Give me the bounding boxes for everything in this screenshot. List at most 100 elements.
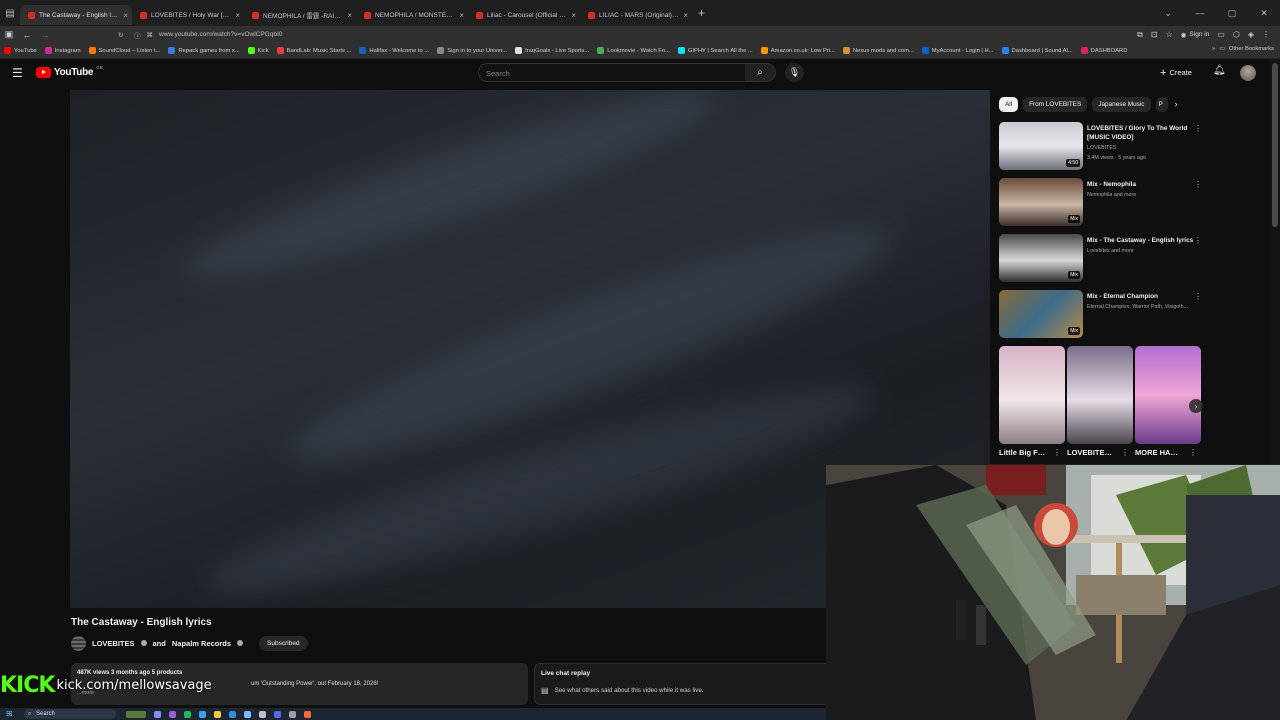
sign-in-button[interactable]: ◉ Sign in bbox=[1181, 31, 1210, 39]
tab-list-chevron-icon[interactable]: ⌄ bbox=[1152, 8, 1184, 19]
more-bookmarks-icon[interactable]: » bbox=[1212, 46, 1215, 52]
more-options-icon[interactable]: ⋮ bbox=[1194, 236, 1202, 245]
chip-all[interactable]: All bbox=[999, 96, 1019, 112]
browser-tab[interactable]: Liliac - Carousel (Official Music × bbox=[468, 5, 580, 25]
back-icon[interactable]: ← bbox=[18, 30, 36, 40]
app-icon[interactable] bbox=[154, 710, 161, 718]
video-thumbnail[interactable]: Mix bbox=[999, 290, 1083, 338]
file-explorer-icon[interactable] bbox=[214, 710, 221, 718]
notifications-icon[interactable]: ▭ bbox=[1217, 30, 1225, 39]
bookmark-item[interactable]: Lookmovie - Watch Fo... bbox=[597, 47, 670, 54]
bookmark-item[interactable]: IraqGoals - Live Sports... bbox=[515, 47, 589, 54]
create-button[interactable]: + Create bbox=[1160, 65, 1192, 80]
recommendation-item[interactable]: Mix Mix - Eternal Champion Eternal Champi… bbox=[999, 290, 1204, 340]
bookmark-item[interactable]: SoundCloud – Listen t... bbox=[88, 47, 160, 54]
channel-name[interactable]: LOVEBITES bbox=[92, 639, 135, 648]
taskbar-search[interactable]: ⌕ Search bbox=[24, 709, 116, 719]
bookmark-item[interactable]: BandLab: Music Starts ... bbox=[276, 47, 351, 54]
bookmark-item[interactable]: GIPHY | Search All the ... bbox=[677, 47, 753, 54]
video-thumbnail[interactable]: Mix bbox=[999, 178, 1083, 226]
chip-japanese-music[interactable]: Japanese Music bbox=[1092, 96, 1151, 112]
bookmark-star-icon[interactable]: ☆ bbox=[1166, 30, 1173, 39]
youtube-logo[interactable]: YouTube GB bbox=[36, 65, 103, 78]
recommendation-item[interactable]: 4:50 LOVEBITES / Glory To The World [MUS… bbox=[999, 122, 1204, 172]
bell-icon[interactable]: 🔔︎ bbox=[1213, 65, 1226, 76]
channel-name-2[interactable]: Napalm Records bbox=[172, 639, 231, 648]
search-input[interactable]: Search bbox=[478, 63, 746, 82]
browser-tab[interactable]: NEMOPHILA / MONSTERS [Offi× bbox=[356, 5, 468, 25]
short-title[interactable]: Little Big Fuyuhara... bbox=[999, 448, 1047, 457]
channel-avatar[interactable] bbox=[71, 635, 86, 651]
sidebar-toggle-icon[interactable]: ▣ bbox=[0, 29, 18, 40]
bookmark-item[interactable]: Kick bbox=[247, 47, 269, 54]
scrollbar-thumb[interactable] bbox=[1272, 63, 1278, 227]
site-info-icon[interactable]: ⓘ bbox=[134, 30, 141, 40]
close-tab-icon[interactable]: × bbox=[683, 11, 688, 20]
short-title[interactable]: LOVEBITES / Soldiers... bbox=[1067, 448, 1115, 457]
recommendation-item[interactable]: Mix Mix - The Castaway - English lyrics L… bbox=[999, 234, 1204, 284]
chip-truncated[interactable]: P bbox=[1155, 96, 1168, 112]
close-tab-icon[interactable]: × bbox=[347, 11, 352, 20]
video-thumbnail[interactable]: Mix bbox=[999, 234, 1083, 282]
app-icon[interactable] bbox=[259, 710, 266, 718]
close-tab-icon[interactable]: × bbox=[571, 11, 576, 20]
recommendation-item[interactable]: Mix Mix - Nemophila Nemophila and more ⋮ bbox=[999, 178, 1204, 228]
rec-title[interactable]: Mix - The Castaway - English lyrics bbox=[1087, 236, 1197, 245]
browser-icon[interactable] bbox=[304, 710, 311, 718]
bookmark-item[interactable]: Dashboard | Sound Al... bbox=[1001, 47, 1073, 54]
browser-tab[interactable]: LILIAC - MARS (Original) [Live a× bbox=[580, 5, 692, 25]
widgets-icon[interactable] bbox=[126, 710, 146, 718]
more-options-icon[interactable]: ⋮ bbox=[1194, 124, 1202, 133]
discord-icon[interactable] bbox=[274, 710, 281, 718]
chip-from-lovebites[interactable]: From LOVEBITES bbox=[1023, 96, 1088, 112]
tab-menu-icon[interactable]: ▤ bbox=[0, 0, 20, 26]
maximize-icon[interactable]: ▢ bbox=[1216, 8, 1248, 19]
browser-tab[interactable]: NEMOPHILA / 雷霆 -RAITEI- [O × bbox=[244, 5, 356, 25]
short-title[interactable]: MORE HADUKI IN... bbox=[1135, 448, 1183, 457]
more-options-icon[interactable]: ⋮ bbox=[1194, 292, 1202, 301]
hamburger-menu-icon[interactable]: ☰ bbox=[12, 66, 23, 80]
shield-icon[interactable]: ◈ bbox=[1248, 30, 1254, 39]
other-bookmarks[interactable]: » ▭ Other Bookmarks bbox=[1212, 46, 1274, 52]
close-tab-icon[interactable]: × bbox=[459, 11, 464, 20]
bookmark-item[interactable]: Amazon.co.uk: Low Pri... bbox=[760, 47, 835, 54]
app-icon[interactable] bbox=[199, 710, 206, 718]
bookmark-item[interactable]: Instagram bbox=[44, 47, 81, 54]
close-tab-icon[interactable]: × bbox=[123, 11, 128, 20]
bookmark-item[interactable]: Sign in to your Univer... bbox=[437, 47, 507, 54]
rec-channel[interactable]: LOVEBITES bbox=[1087, 144, 1197, 152]
voice-search-button[interactable]: 🎙︎ bbox=[785, 63, 804, 82]
bookmark-item[interactable]: YouTube bbox=[4, 47, 37, 54]
live-chat-replay[interactable]: Live chat replay ▤ See what others said … bbox=[534, 663, 834, 705]
forward-icon[interactable]: → bbox=[36, 30, 54, 40]
short-thumbnail[interactable] bbox=[1135, 346, 1201, 444]
address-field[interactable]: ↻ ⓘ ⌘ www.youtube.com/watch?v=vOwlCPGqbI… bbox=[118, 28, 1074, 41]
rec-title[interactable]: LOVEBITES / Glory To The World [MUSIC VI… bbox=[1087, 124, 1197, 142]
video-thumbnail[interactable]: 4:50 bbox=[999, 122, 1083, 170]
app-icon[interactable] bbox=[244, 710, 251, 718]
subscribed-button[interactable]: Subscribed bbox=[259, 635, 308, 651]
more-options-icon[interactable]: ⋮ bbox=[1053, 448, 1061, 457]
app-icon[interactable] bbox=[169, 710, 176, 718]
short-thumbnail[interactable] bbox=[999, 346, 1065, 444]
more-options-icon[interactable]: ⋮ bbox=[1189, 448, 1197, 457]
avatar[interactable] bbox=[1240, 65, 1256, 81]
menu-icon[interactable]: ⋮ bbox=[1262, 30, 1270, 39]
short-thumbnail[interactable] bbox=[1067, 346, 1133, 444]
rec-title[interactable]: Mix - Eternal Champion bbox=[1087, 292, 1197, 301]
chevron-right-icon[interactable]: › bbox=[1189, 399, 1203, 413]
bookmark-item[interactable]: Halifax - Welcome to ... bbox=[359, 47, 429, 54]
cast-icon[interactable]: ⧉ bbox=[1137, 30, 1143, 40]
browser-tab[interactable]: LOVEBITES / Holy War [Live at Z × bbox=[132, 5, 244, 25]
chevron-right-icon[interactable]: › bbox=[1175, 99, 1178, 109]
close-tab-icon[interactable]: × bbox=[235, 11, 240, 20]
rec-title[interactable]: Mix - Nemophila bbox=[1087, 180, 1197, 189]
bookmark-item[interactable]: Nexus mods and com... bbox=[842, 47, 914, 54]
app-icon[interactable] bbox=[289, 710, 296, 718]
close-window-icon[interactable]: ✕ bbox=[1248, 8, 1280, 19]
minimize-icon[interactable]: — bbox=[1184, 8, 1216, 18]
rec-channel[interactable]: Lovebites and more bbox=[1087, 247, 1197, 255]
search-button[interactable]: ⌕ bbox=[745, 63, 776, 82]
rec-channel[interactable]: Eternal Champion, Warrior Path, Visigoth… bbox=[1087, 303, 1197, 311]
windows-start-icon[interactable]: ⊞ bbox=[6, 709, 13, 718]
